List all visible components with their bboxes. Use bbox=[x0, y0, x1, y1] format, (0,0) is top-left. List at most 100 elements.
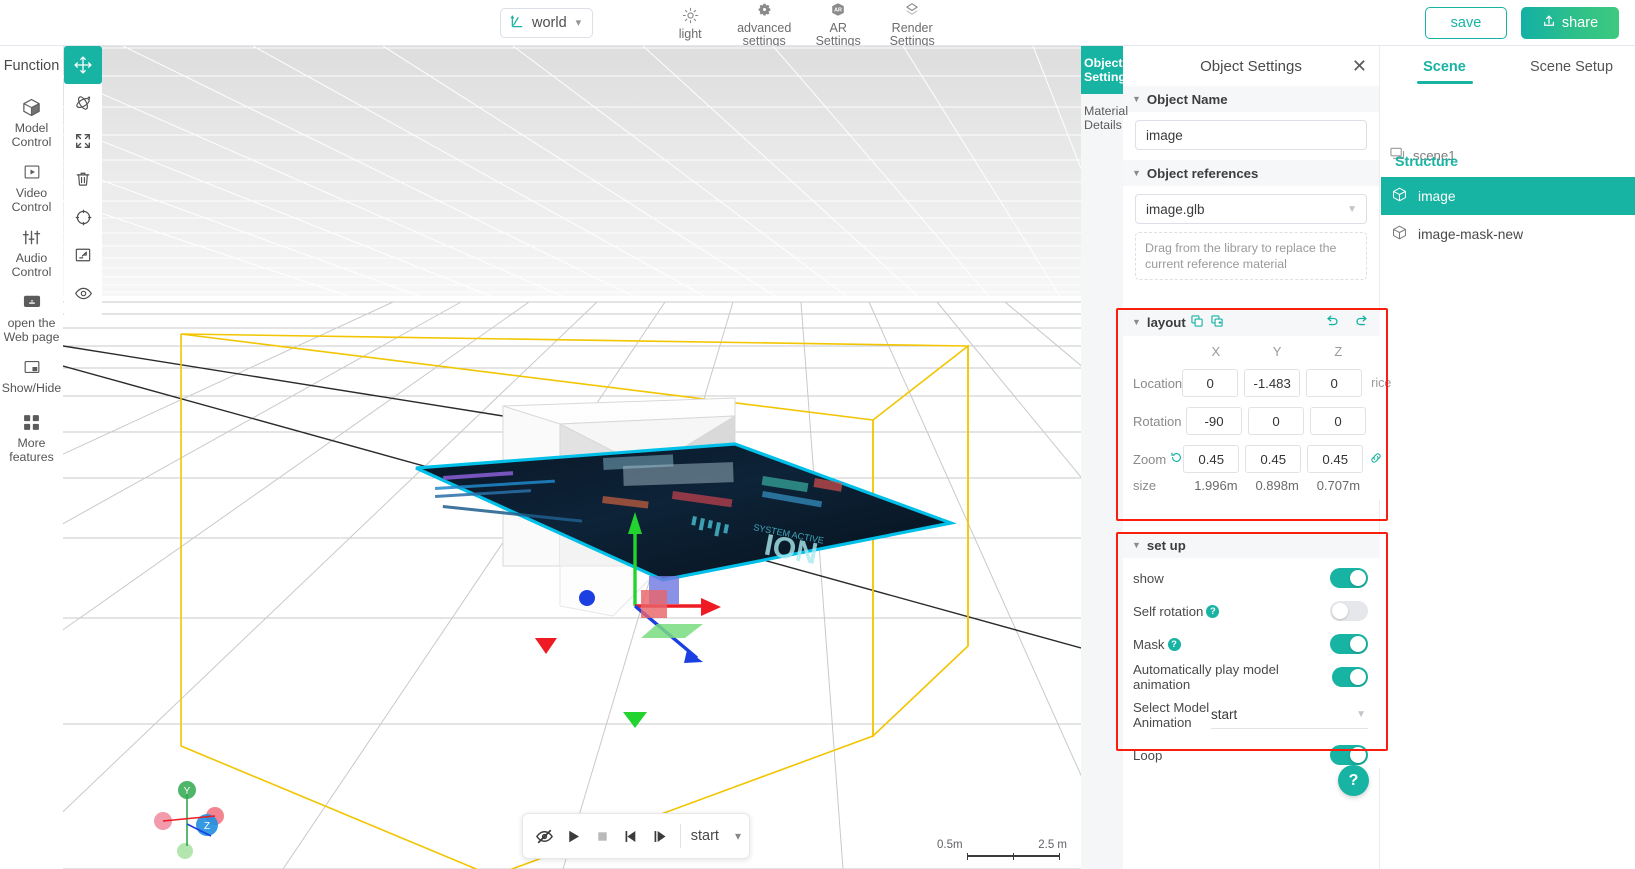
tool-rotate[interactable] bbox=[64, 84, 102, 122]
reset-icon[interactable] bbox=[1170, 451, 1183, 467]
tab-object-settings[interactable]: Object Settings bbox=[1081, 46, 1133, 94]
topbar-actions: save share bbox=[1425, 0, 1619, 46]
zoom-y-input[interactable]: 0.45 bbox=[1245, 445, 1302, 473]
rail-item-open-web-page[interactable]: open the Web page bbox=[0, 289, 63, 344]
coordinate-mode-label: world bbox=[532, 14, 567, 31]
tool-focus-target[interactable] bbox=[64, 198, 102, 236]
svg-text:Y: Y bbox=[184, 786, 191, 797]
rotation-z-input[interactable]: 0 bbox=[1310, 407, 1366, 435]
location-z-input[interactable]: 0 bbox=[1306, 369, 1363, 397]
location-y-input[interactable]: -1.483 bbox=[1244, 369, 1301, 397]
advanced-settings-button[interactable]: advanced settings bbox=[727, 0, 801, 48]
setup-mask-text: Mask bbox=[1133, 636, 1165, 652]
object-reference-field-wrap: image.glb ▼ Drag from the library to rep… bbox=[1123, 186, 1379, 290]
toggle-self-rotation[interactable] bbox=[1330, 601, 1368, 621]
tool-visibility[interactable] bbox=[64, 274, 102, 312]
tool-scale[interactable] bbox=[64, 122, 102, 160]
layout-section: ▼ layout X Y Z Location 0 -1.483 0 rice … bbox=[1123, 308, 1391, 500]
caret-down-icon: ▼ bbox=[1132, 94, 1141, 104]
3d-viewport[interactable]: ION SYSTEM ACTIVE Y Z 0.5m 2.5 m start ▾ bbox=[63, 46, 1081, 869]
link-icon[interactable] bbox=[1369, 451, 1383, 468]
rail-item-label: Model Control bbox=[11, 121, 52, 149]
tree-item-image-mask-new[interactable]: image-mask-new bbox=[1381, 215, 1635, 253]
tree-item-label: image-mask-new bbox=[1418, 226, 1524, 242]
size-z-value: 0.707m bbox=[1316, 477, 1361, 493]
layout-copy-actions bbox=[1190, 314, 1224, 331]
light-tool-button[interactable]: light bbox=[653, 4, 727, 41]
toggle-knob bbox=[1332, 603, 1348, 619]
zoom-x-input[interactable]: 0.45 bbox=[1183, 445, 1240, 473]
rail-item-model-control[interactable]: Model Control bbox=[0, 94, 63, 149]
reference-drop-zone[interactable]: Drag from the library to replace the cur… bbox=[1135, 232, 1367, 280]
chevron-down-icon: ▾ bbox=[734, 829, 741, 843]
rail-item-more-features[interactable]: More features bbox=[0, 409, 63, 464]
location-x-input[interactable]: 0 bbox=[1182, 369, 1239, 397]
rotation-x-input[interactable]: -90 bbox=[1186, 407, 1242, 435]
object-reference-select[interactable]: image.glb ▼ bbox=[1135, 194, 1367, 224]
layout-row-zoom: Zoom 0.45 0.45 0.45 bbox=[1123, 444, 1383, 474]
render-settings-label: Render Settings bbox=[889, 20, 935, 48]
setup-section-label: set up bbox=[1146, 537, 1186, 553]
tool-move[interactable] bbox=[64, 46, 102, 84]
screen-icon bbox=[21, 289, 43, 315]
section-object-references-label: Object references bbox=[1146, 165, 1259, 181]
rail-item-video-control[interactable]: Video Control bbox=[0, 159, 63, 214]
setup-show-text: show bbox=[1133, 570, 1164, 586]
section-object-references[interactable]: ▼ Object references bbox=[1123, 160, 1379, 186]
toggle-mask[interactable] bbox=[1330, 634, 1368, 654]
layout-location-label: Location bbox=[1133, 375, 1183, 391]
section-object-name-label: Object Name bbox=[1146, 91, 1228, 107]
close-icon[interactable]: ✕ bbox=[1352, 57, 1367, 75]
help-icon[interactable]: ? bbox=[1206, 604, 1220, 618]
tab-material-details[interactable]: Material Details bbox=[1081, 94, 1128, 142]
setup-loop-label: Loop bbox=[1133, 748, 1162, 763]
tree-item-image[interactable]: image bbox=[1381, 177, 1635, 215]
help-icon[interactable]: ? bbox=[1167, 637, 1181, 651]
copy-icon[interactable] bbox=[1190, 314, 1204, 331]
undo-icon[interactable] bbox=[1324, 313, 1340, 332]
coordinate-mode-select[interactable]: world ▾ bbox=[500, 7, 594, 38]
toggle-loop[interactable] bbox=[1330, 745, 1368, 765]
chevron-down-icon: ▼ bbox=[1356, 709, 1366, 720]
tool-fit-screen[interactable] bbox=[64, 236, 102, 274]
scale-ruler: 0.5m 2.5 m bbox=[937, 839, 1067, 860]
layout-size-label: size bbox=[1133, 477, 1157, 493]
setup-self-rotation-text: Self rotation bbox=[1133, 603, 1204, 619]
size-x-value: 1.996m bbox=[1194, 477, 1238, 493]
animation-playbar: start ▾ bbox=[522, 813, 750, 859]
step-forward-icon[interactable] bbox=[647, 821, 674, 851]
ar-settings-button[interactable]: AR AR Settings bbox=[801, 0, 875, 48]
setup-section-header[interactable]: ▼ set up bbox=[1123, 532, 1380, 558]
tool-delete[interactable] bbox=[64, 160, 102, 198]
advanced-settings-label: advanced settings bbox=[737, 20, 792, 48]
play-icon[interactable] bbox=[560, 821, 587, 851]
ceiling-grid bbox=[63, 46, 1081, 302]
select-animation-dropdown[interactable]: start ▼ bbox=[1211, 701, 1368, 729]
layout-section-header[interactable]: ▼ layout bbox=[1123, 308, 1380, 336]
setup-self-rotation-label: Self rotation ? bbox=[1133, 603, 1220, 619]
rotation-y-input[interactable]: 0 bbox=[1248, 407, 1304, 435]
save-button[interactable]: save bbox=[1425, 7, 1507, 39]
tab-scene-setup[interactable]: Scene Setup bbox=[1508, 46, 1635, 88]
select-animation-label: Select Model Animation bbox=[1133, 700, 1210, 730]
rail-item-label: Show/Hide bbox=[1, 381, 62, 395]
share-button[interactable]: share bbox=[1521, 7, 1619, 39]
rail-item-show-hide[interactable]: Show/Hide bbox=[0, 354, 63, 395]
help-button[interactable]: ? bbox=[1338, 765, 1369, 796]
zoom-z-input[interactable]: 0.45 bbox=[1307, 445, 1364, 473]
rail-item-label: Video Control bbox=[11, 186, 52, 214]
playbar-animation-select[interactable]: start ▾ bbox=[687, 828, 741, 844]
redo-icon[interactable] bbox=[1354, 313, 1370, 332]
object-name-input[interactable] bbox=[1135, 120, 1367, 150]
toggle-show[interactable] bbox=[1330, 568, 1368, 588]
toggle-autoplay-animation[interactable] bbox=[1331, 667, 1368, 687]
viewport-scene: ION SYSTEM ACTIVE Y Z bbox=[63, 46, 1081, 869]
step-back-icon[interactable] bbox=[618, 821, 645, 851]
tab-scene[interactable]: Scene bbox=[1381, 46, 1508, 88]
rail-item-audio-control[interactable]: Audio Control bbox=[0, 224, 63, 279]
section-object-name[interactable]: ▼ Object Name bbox=[1123, 86, 1379, 112]
render-settings-button[interactable]: Render Settings bbox=[875, 0, 949, 48]
stop-icon[interactable] bbox=[589, 821, 616, 851]
copy-add-icon[interactable] bbox=[1210, 314, 1224, 331]
mute-eye-icon[interactable] bbox=[531, 821, 558, 851]
